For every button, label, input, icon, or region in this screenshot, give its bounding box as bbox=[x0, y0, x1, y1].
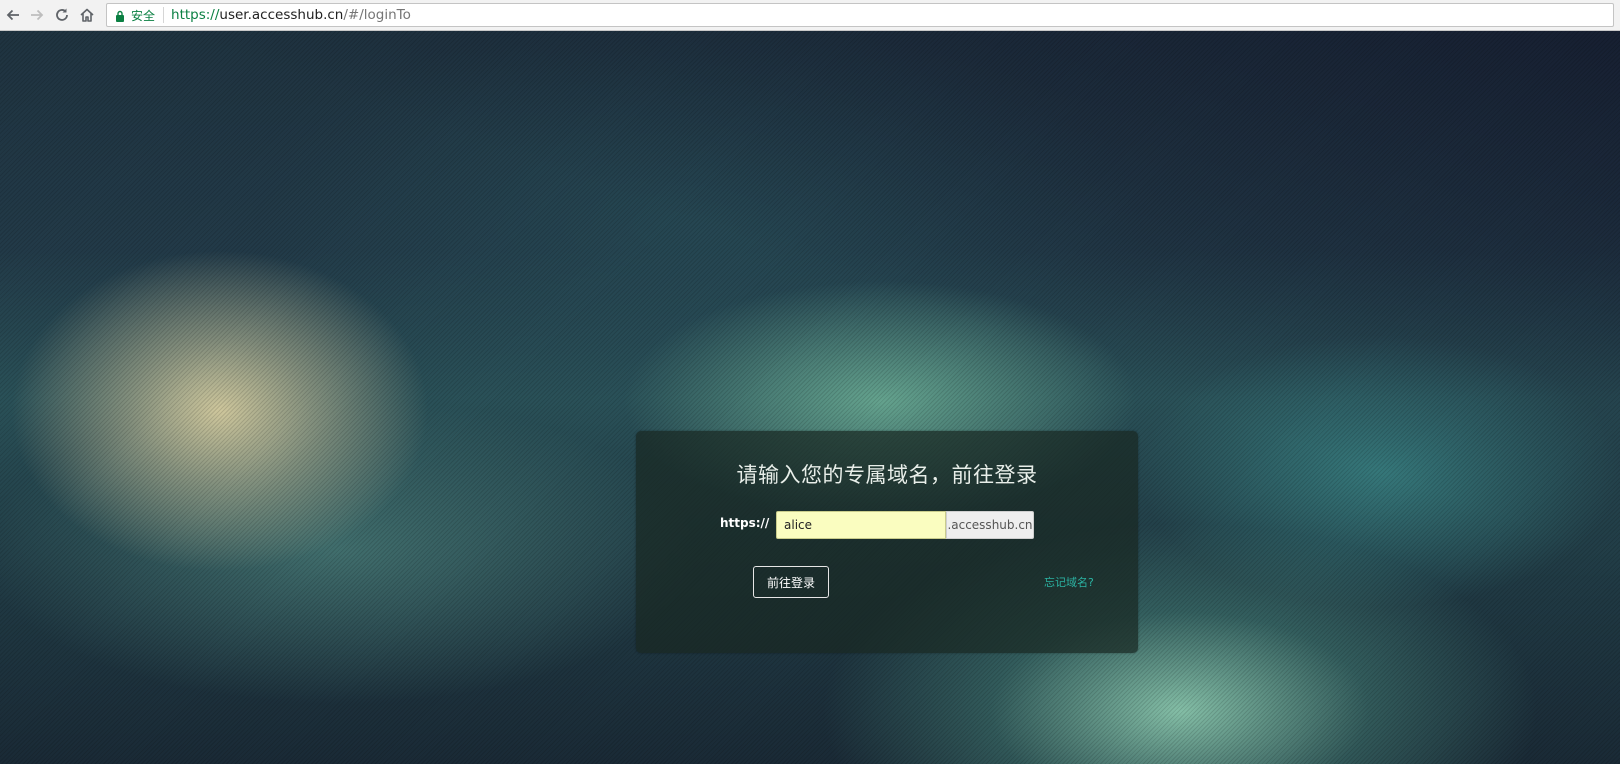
domain-input[interactable] bbox=[776, 511, 946, 539]
home-button[interactable] bbox=[76, 4, 98, 26]
lock-icon bbox=[115, 9, 125, 22]
reload-button[interactable] bbox=[51, 4, 73, 26]
back-button[interactable] bbox=[2, 4, 24, 26]
login-panel: 请输入您的专属域名，前往登录 https:// .accesshub.cn 前往… bbox=[636, 431, 1138, 653]
address-divider bbox=[163, 7, 165, 23]
address-bar[interactable]: 安全 https://user.accesshub.cn/#/loginTo bbox=[106, 3, 1614, 27]
forgot-domain-link[interactable]: 忘记域名? bbox=[1044, 574, 1094, 590]
url-scheme: https:// bbox=[171, 7, 220, 23]
page-viewport: 请输入您的专属域名，前往登录 https:// .accesshub.cn 前往… bbox=[0, 31, 1620, 764]
home-icon bbox=[79, 7, 95, 23]
background-stripes bbox=[0, 31, 1620, 764]
background-shade bbox=[0, 31, 1620, 764]
browser-toolbar: 安全 https://user.accesshub.cn/#/loginTo bbox=[0, 0, 1620, 31]
login-button[interactable]: 前往登录 bbox=[753, 566, 829, 598]
reload-icon bbox=[54, 7, 70, 23]
secure-label: 安全 bbox=[131, 8, 156, 23]
back-arrow-icon bbox=[5, 7, 21, 23]
url-path: /#/loginTo bbox=[343, 7, 411, 23]
forward-button[interactable] bbox=[26, 4, 48, 26]
forward-arrow-icon bbox=[29, 7, 45, 23]
url-text: https://user.accesshub.cn/#/loginTo bbox=[171, 7, 411, 23]
protocol-label: https:// bbox=[720, 516, 770, 530]
url-host: user.accesshub.cn bbox=[219, 7, 344, 23]
domain-suffix: .accesshub.cn bbox=[946, 511, 1034, 539]
page-title: 请输入您的专属域名，前往登录 bbox=[736, 463, 1038, 487]
